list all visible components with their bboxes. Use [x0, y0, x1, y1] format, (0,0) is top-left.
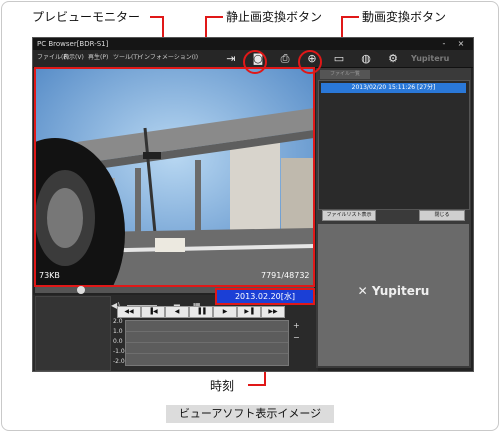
y-tick-label: 2.0 [113, 318, 123, 325]
menu-play[interactable]: 再生(P) [88, 53, 108, 63]
still-leader-h [205, 16, 223, 18]
y-tick-label: 1.0 [113, 328, 123, 335]
time-annotation: 時刻 [210, 379, 235, 393]
brand-panel: ✕ Yupiteru [318, 224, 469, 366]
datetime-display: 2013.02.20[水] 15:15:46 [217, 290, 313, 314]
graph-zoom-out-icon[interactable]: − [293, 333, 300, 343]
video-button-annotation: 動画変換ボタン [362, 10, 447, 24]
seek-handle[interactable] [77, 286, 85, 294]
time-leader-h [248, 384, 266, 386]
play-button[interactable]: ▶ [213, 306, 237, 318]
menu-view[interactable]: 表示(V) [63, 53, 84, 63]
brand-panel-logo: ✕ Yupiteru [357, 284, 430, 298]
brand-logo: Yupiteru [411, 54, 450, 63]
prev-frame-button[interactable]: ▐◀ [141, 306, 165, 318]
close-list-button[interactable]: 閉じる [419, 210, 465, 221]
menu-info[interactable]: インフォメーション(I) [138, 53, 198, 63]
datetime-border-bottom [215, 303, 315, 305]
print-icon[interactable]: ⎙ [277, 52, 293, 65]
caption: ビューアソフト表示イメージ [166, 405, 334, 423]
empty-panel [35, 296, 111, 371]
preview-border-top [34, 67, 315, 69]
datetime-border-top [215, 288, 315, 290]
graph-zoom-in-icon[interactable]: + [293, 321, 300, 331]
menu-tools[interactable]: ツール(T) [113, 53, 139, 63]
file-list-button[interactable]: ファイルリスト表示 [322, 210, 376, 221]
export-icon[interactable]: ⇥ [223, 52, 239, 65]
still-button-annotation: 静止画変換ボタン [226, 10, 323, 24]
globe-icon[interactable]: ◍ [358, 52, 374, 65]
y-tick-label: -2.0 [113, 358, 125, 365]
frame-counter: 7791/48732 [261, 271, 310, 280]
window-title: PC Browser[BDR-S1] [37, 40, 109, 48]
minimize-button[interactable]: - [438, 39, 450, 49]
title-bar: PC Browser[BDR-S1] - × [33, 38, 473, 50]
fast-forward-button[interactable]: ▶▶ [261, 306, 285, 318]
app-window: PC Browser[BDR-S1] - × ファイル(F) 表示(V) 再生(… [32, 37, 474, 372]
list-item[interactable]: 2013/02/20 15:11:26 [27分] [321, 83, 466, 93]
dashcam-frame [35, 68, 314, 285]
preview-border-right [313, 67, 315, 287]
preview-monitor: 73KB 7791/48732 [35, 68, 314, 285]
y-tick-label: 0.0 [113, 338, 123, 345]
next-frame-button[interactable]: ▶▐ [237, 306, 261, 318]
close-button[interactable]: × [455, 39, 467, 49]
datetime-border-right [313, 288, 315, 305]
brand-panel-logo-text: Yupiteru [371, 284, 430, 298]
datetime-border-left [215, 288, 217, 305]
settings-icon[interactable]: ⚙ [385, 52, 401, 65]
still-button-highlight [243, 50, 267, 74]
file-list-tab[interactable]: ファイル一覧 [320, 70, 370, 79]
video-leader-h [341, 16, 359, 18]
rewind-button[interactable]: ◀ [165, 306, 189, 318]
pause-button[interactable]: ▐▐ [189, 306, 213, 318]
y-tick-label: -1.0 [113, 348, 125, 355]
video-button-highlight [298, 50, 322, 74]
g-sensor-graph [125, 320, 289, 366]
video-convert-icon[interactable]: ▭ [331, 52, 347, 65]
rewind-fast-button[interactable]: ◀◀ [117, 306, 141, 318]
file-list: 2013/02/20 15:11:26 [27分] [318, 80, 470, 210]
file-size-readout: 73KB [39, 271, 60, 280]
preview-monitor-annotation: プレビューモニター [32, 10, 141, 24]
preview-border-left [34, 67, 36, 287]
